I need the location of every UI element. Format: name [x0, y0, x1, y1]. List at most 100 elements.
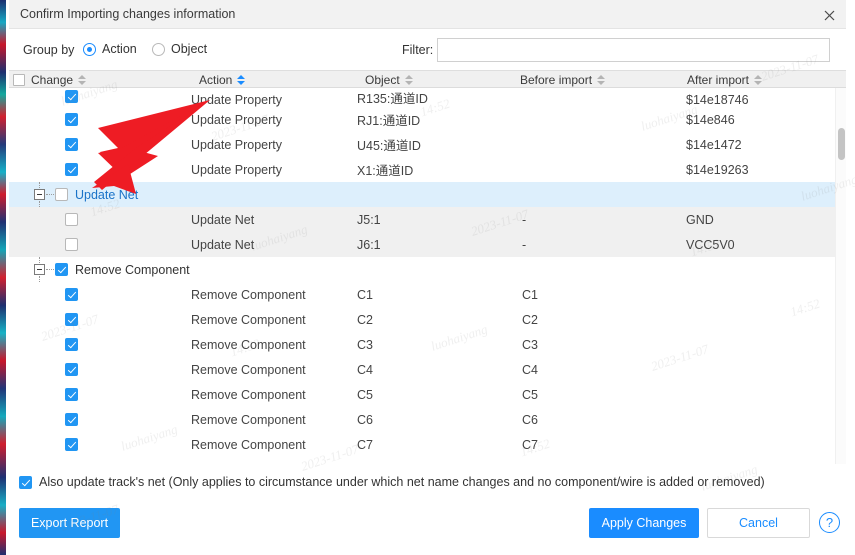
- group-row-change-cell: Update Net: [9, 182, 846, 207]
- table-row[interactable]: Remove Component C1 C1: [9, 282, 846, 307]
- question-mark-icon[interactable]: ?: [819, 512, 840, 533]
- filter-label: Filter:: [402, 43, 434, 57]
- row-before-import-cell: C2: [522, 312, 538, 327]
- row-before-import-cell: C7: [522, 437, 538, 452]
- row-change-cell: [9, 432, 189, 457]
- row-object-cell: C3: [357, 337, 373, 352]
- radio-group-by-action[interactable]: Action: [83, 42, 137, 56]
- table-group-row[interactable]: Update Net: [9, 182, 846, 207]
- row-after-import-cell: $14e18746: [686, 93, 749, 107]
- row-change-cell: [9, 357, 189, 382]
- table-row[interactable]: Update Net J5:1 - GND: [9, 207, 846, 232]
- row-checkbox[interactable]: [65, 89, 78, 103]
- group-row-change-cell: Remove Component: [9, 257, 846, 282]
- column-header-change[interactable]: Change: [13, 71, 87, 89]
- row-change-cell: [9, 282, 189, 307]
- export-report-button[interactable]: Export Report: [19, 508, 120, 538]
- table-row[interactable]: Remove Component C5 C5: [9, 382, 846, 407]
- row-checkbox[interactable]: [65, 413, 78, 426]
- close-icon[interactable]: [818, 4, 840, 26]
- sort-icon-after-import[interactable]: [754, 74, 763, 86]
- apply-changes-button[interactable]: Apply Changes: [589, 508, 699, 538]
- row-change-cell: [9, 132, 189, 157]
- table-row[interactable]: Update Property R135:通道ID $14e18746: [9, 88, 846, 107]
- group-row-checkbox[interactable]: [55, 188, 68, 201]
- scrollbar-thumb[interactable]: [838, 128, 845, 160]
- also-update-track-net-label: Also update track's net (Only applies to…: [39, 475, 765, 489]
- row-change-cell: [9, 88, 189, 107]
- vertical-scrollbar[interactable]: [835, 88, 846, 464]
- sort-icon-action[interactable]: [237, 74, 246, 86]
- radio-object-label: Object: [171, 42, 208, 56]
- title-bar: Confirm Importing changes information: [9, 0, 846, 29]
- table-row[interactable]: Remove Component C6 C6: [9, 407, 846, 432]
- sort-icon-object[interactable]: [404, 74, 414, 86]
- row-change-cell: [9, 157, 189, 182]
- column-header-before-import[interactable]: Before import: [520, 71, 606, 89]
- radio-action-indicator[interactable]: [83, 42, 96, 56]
- row-change-cell: [9, 107, 189, 132]
- row-checkbox[interactable]: [65, 238, 78, 251]
- table-row[interactable]: Remove Component C4 C4: [9, 357, 846, 382]
- sort-icon-change[interactable]: [78, 74, 87, 86]
- row-action-cell: Update Net: [191, 212, 255, 227]
- row-checkbox[interactable]: [65, 363, 78, 376]
- table-row[interactable]: Remove Component C3 C3: [9, 332, 846, 357]
- row-action-cell: Remove Component: [191, 312, 306, 327]
- row-checkbox[interactable]: [65, 438, 78, 451]
- tree-connector-dots: [46, 194, 54, 195]
- row-action-cell: Remove Component: [191, 387, 306, 402]
- row-checkbox[interactable]: [65, 388, 78, 401]
- row-after-import-cell: GND: [686, 212, 714, 227]
- row-change-cell: [9, 332, 189, 357]
- dialog-footer: Export Report Apply Changes Cancel ?: [9, 496, 846, 555]
- group-row-label: Remove Component: [75, 262, 190, 277]
- table-row[interactable]: Remove Component C7 C7: [9, 432, 846, 457]
- row-checkbox[interactable]: [65, 213, 78, 226]
- also-update-track-net-checkbox-row[interactable]: Also update track's net (Only applies to…: [9, 470, 846, 494]
- row-object-cell: C5: [357, 387, 373, 402]
- row-before-import-cell: C5: [522, 387, 538, 402]
- also-update-track-net-checkbox[interactable]: [19, 475, 32, 489]
- row-checkbox[interactable]: [65, 288, 78, 301]
- table-row[interactable]: Update Property RJ1:通道ID $14e846: [9, 107, 846, 132]
- table-row[interactable]: Update Property X1:通道ID $14e19263: [9, 157, 846, 182]
- column-header-action[interactable]: Action: [199, 71, 246, 89]
- row-object-cell: X1:通道ID: [357, 164, 414, 178]
- table-row[interactable]: Update Net J6:1 - VCC5V0: [9, 232, 846, 257]
- radio-group-by-object[interactable]: Object: [152, 42, 207, 56]
- row-checkbox[interactable]: [65, 338, 78, 351]
- column-header-after-import[interactable]: After import: [687, 71, 763, 89]
- row-object-cell: R135:通道ID: [357, 92, 428, 106]
- row-object-cell: J5:1: [357, 212, 381, 227]
- column-header-after-import-label: After import: [687, 73, 750, 87]
- changes-table-body[interactable]: Update Property R135:通道ID $14e18746 Update …: [9, 88, 846, 464]
- column-header-object[interactable]: Object: [365, 71, 414, 89]
- screen-edge-bleed: [0, 0, 6, 555]
- sort-icon-before-import[interactable]: [597, 74, 606, 86]
- tree-collapse-icon[interactable]: [34, 189, 45, 200]
- row-object-cell: C7: [357, 437, 373, 452]
- tree-collapse-icon[interactable]: [34, 264, 45, 275]
- row-before-import-cell: C6: [522, 412, 538, 427]
- radio-action-label: Action: [102, 42, 137, 56]
- table-row[interactable]: Update Property U45:通道ID $14e1472: [9, 132, 846, 157]
- table-group-row[interactable]: Remove Component: [9, 257, 846, 282]
- row-checkbox[interactable]: [65, 163, 78, 176]
- row-change-cell: [9, 307, 189, 332]
- row-action-cell: Remove Component: [191, 362, 306, 377]
- column-header-before-import-label: Before import: [520, 73, 593, 87]
- row-object-cell: RJ1:通道ID: [357, 114, 421, 128]
- row-checkbox[interactable]: [65, 138, 78, 151]
- cancel-button[interactable]: Cancel: [707, 508, 810, 538]
- row-checkbox[interactable]: [65, 113, 78, 126]
- tree-connector-dots: [46, 269, 54, 270]
- row-checkbox[interactable]: [65, 313, 78, 326]
- toolbar: Group by Action Object Filter:: [9, 29, 846, 70]
- group-row-checkbox[interactable]: [55, 263, 68, 276]
- filter-input[interactable]: [437, 38, 830, 62]
- row-before-import-cell: C1: [522, 287, 538, 302]
- radio-object-indicator[interactable]: [152, 42, 165, 56]
- select-all-checkbox[interactable]: [13, 74, 25, 86]
- table-row[interactable]: Remove Component C2 C2: [9, 307, 846, 332]
